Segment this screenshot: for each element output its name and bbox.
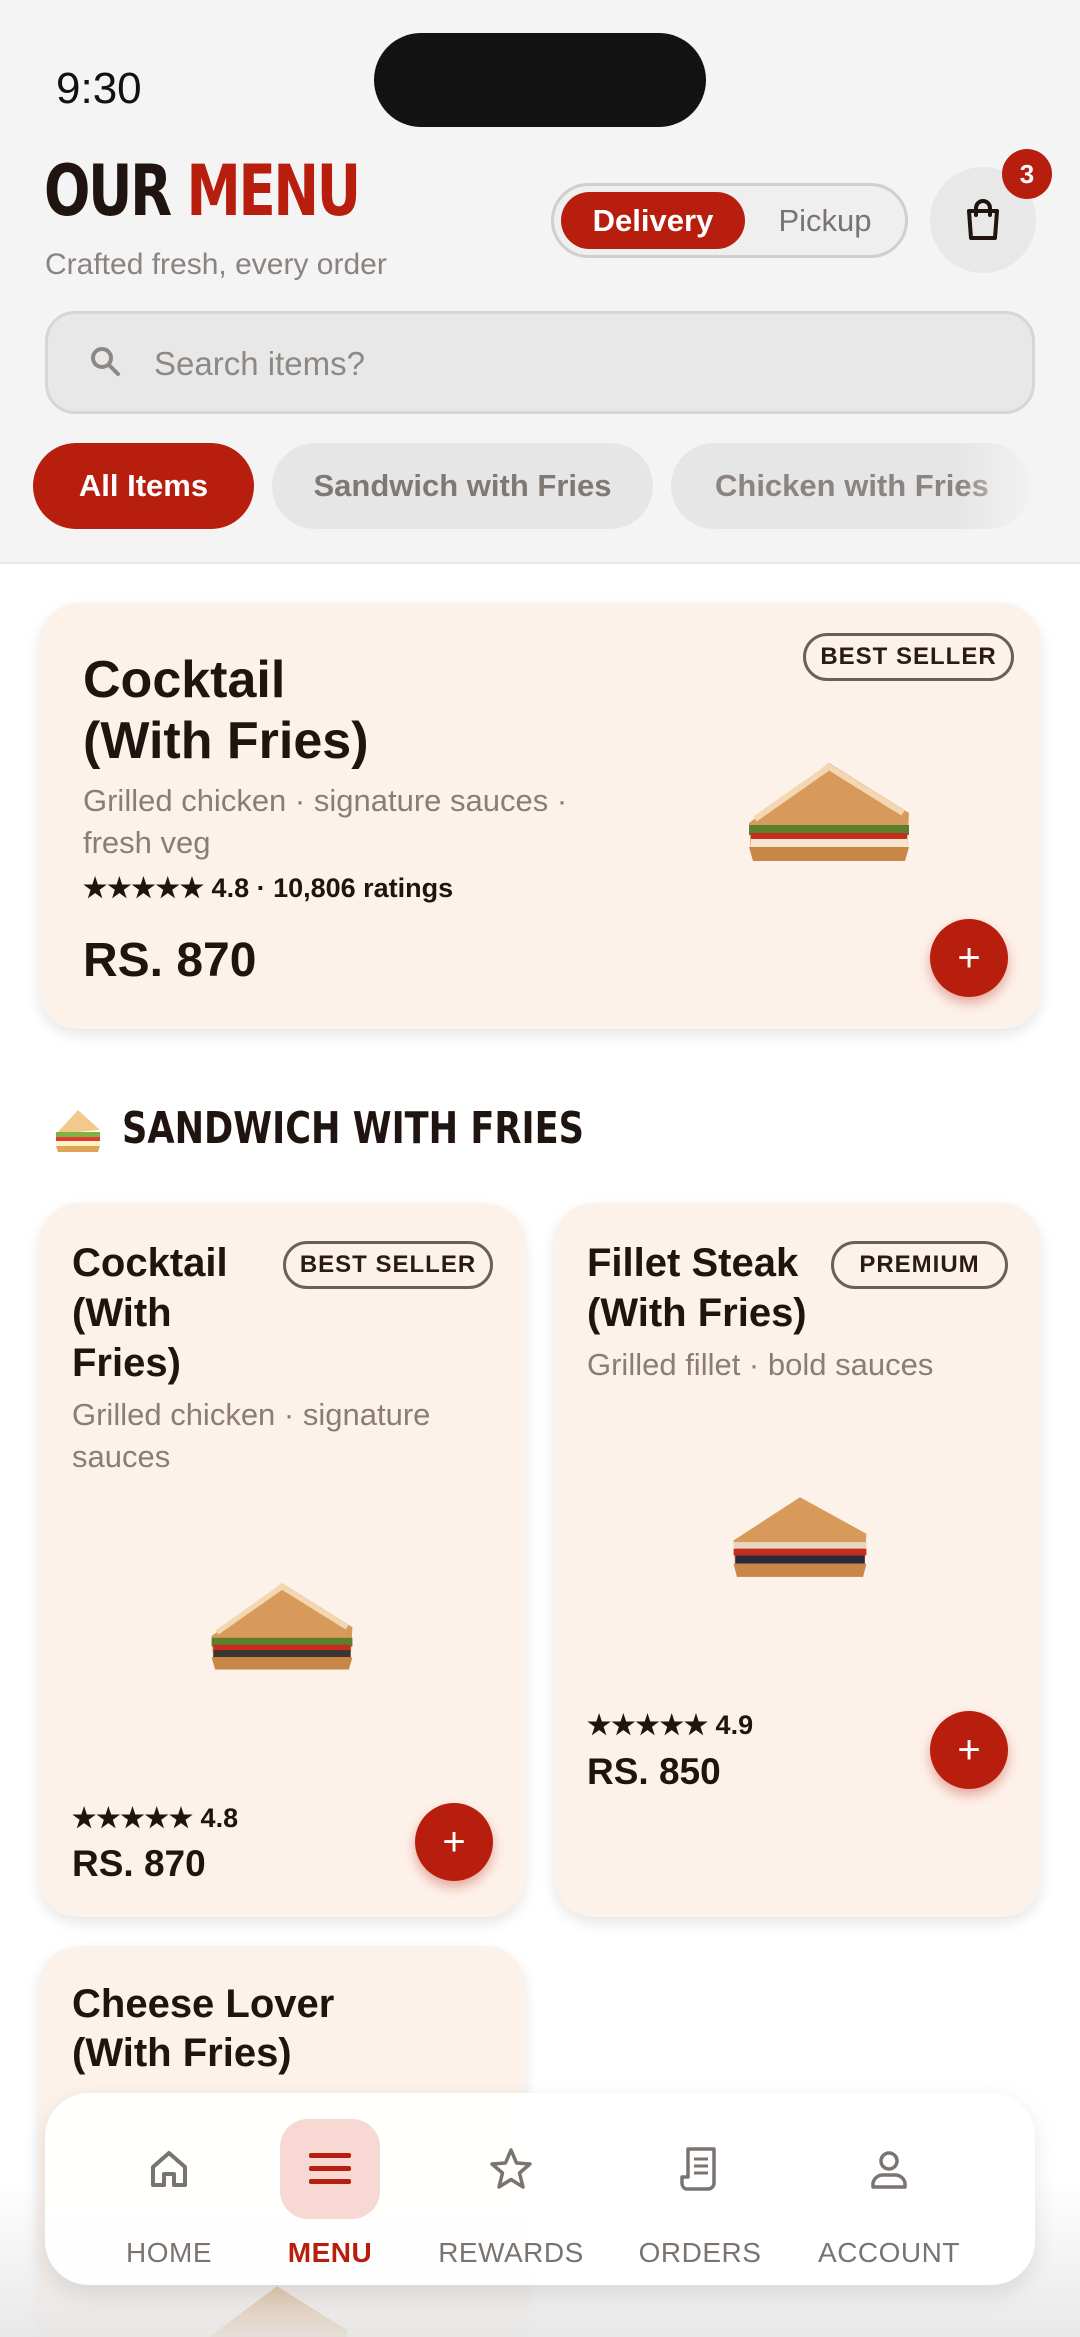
- nav-menu-label: MENU: [287, 2237, 373, 2268]
- rating-text: 4.8 · 10,806 ratings: [211, 873, 454, 903]
- nav-menu[interactable]: MENU: [235, 2119, 425, 2269]
- rating-stars: ★★★★★: [83, 873, 205, 903]
- camera-notch: [374, 33, 706, 127]
- star-icon: [461, 2119, 561, 2219]
- rating-stars: ★★★★★: [72, 1803, 194, 1833]
- featured-price: RS. 870: [83, 934, 257, 987]
- chips-scroll-fade: [960, 443, 1080, 529]
- category-chips: All Items Sandwich with Fries Chicken wi…: [0, 443, 1080, 529]
- item-price: RS. 850: [587, 1751, 721, 1792]
- page-title: OUR MENU: [44, 150, 361, 232]
- sandwich-icon: [56, 1109, 100, 1152]
- nav-rewards[interactable]: REWARDS: [416, 2119, 606, 2269]
- nav-orders-label: ORDERS: [638, 2237, 762, 2268]
- item-name-line: (With: [72, 1291, 172, 1335]
- premium-badge: PREMIUM: [831, 1241, 1008, 1289]
- item-name-line: Fillet Steak: [587, 1241, 799, 1285]
- search-icon: [91, 347, 120, 376]
- featured-add-button[interactable]: +: [930, 919, 1008, 997]
- rating-stars: ★★★★★: [587, 1710, 709, 1740]
- nav-orders[interactable]: ORDERS: [605, 2119, 795, 2269]
- receipt-icon: [650, 2119, 750, 2219]
- featured-card[interactable]: BEST SELLER Cocktail (With Fries) Grille…: [39, 603, 1041, 1029]
- item-name-line: Cheese Lover: [72, 1982, 335, 2026]
- add-to-cart-button[interactable]: +: [930, 1711, 1008, 1789]
- page-title-part1: OUR: [44, 150, 172, 232]
- sandwich-image: [733, 1497, 867, 1577]
- delivery-mode-toggle: Delivery Pickup: [551, 183, 908, 258]
- menu-item-card[interactable]: BEST SELLER Cocktail (With Fries) Grille…: [39, 1203, 525, 1917]
- featured-name-line1: Cocktail: [83, 651, 286, 709]
- search-bar[interactable]: Search items?: [45, 311, 1035, 414]
- menu-icon: [280, 2119, 380, 2219]
- item-name-line: Fries): [72, 1341, 181, 1385]
- bottom-nav: HOME MENU REWARDS ORDERS ACCOUNT: [45, 2093, 1035, 2285]
- item-name-line: (With Fries): [72, 2031, 292, 2075]
- nav-rewards-label: REWARDS: [438, 2237, 584, 2268]
- item-price: RS. 870: [72, 1843, 206, 1884]
- sandwich-image: [211, 1583, 353, 1670]
- delivery-option[interactable]: Delivery: [561, 192, 745, 249]
- pickup-option[interactable]: Pickup: [750, 192, 900, 249]
- item-name-line: Cocktail: [72, 1241, 228, 1285]
- item-desc-line: Grilled chicken · signature: [72, 1397, 431, 1432]
- featured-name-line2: (With Fries): [83, 712, 369, 770]
- item-desc-line: sauces: [72, 1439, 171, 1474]
- home-icon: [119, 2119, 219, 2219]
- shopping-bag-icon: [967, 199, 999, 240]
- item-name-line: (With Fries): [587, 1291, 807, 1335]
- menu-item-card[interactable]: PREMIUM Fillet Steak (With Fries) Grille…: [554, 1203, 1041, 1917]
- search-placeholder: Search items?: [154, 345, 365, 382]
- item-rating: ★★★★★ 4.8: [72, 1803, 238, 1834]
- item-desc-line: Grilled fillet · bold sauces: [587, 1347, 934, 1382]
- featured-rating: ★★★★★ 4.8 · 10,806 ratings: [83, 873, 453, 904]
- chip-sandwich-with-fries[interactable]: Sandwich with Fries: [272, 443, 653, 529]
- featured-desc-line2: fresh veg: [83, 825, 211, 860]
- cart-count-badge: 3: [1002, 149, 1052, 199]
- page-title-part2: MENU: [186, 150, 361, 232]
- add-to-cart-button[interactable]: +: [415, 1803, 493, 1881]
- chip-all-items[interactable]: All Items: [33, 443, 254, 529]
- section-title: SANDWICH WITH FRIES: [122, 1103, 585, 1154]
- item-rating: ★★★★★ 4.9: [587, 1710, 753, 1741]
- best-seller-badge: BEST SELLER: [803, 633, 1014, 681]
- rating-text: 4.8: [200, 1803, 239, 1833]
- nav-account[interactable]: ACCOUNT: [794, 2119, 984, 2269]
- best-seller-badge: BEST SELLER: [283, 1241, 493, 1289]
- section-heading: SANDWICH WITH FRIES: [52, 1103, 700, 1154]
- rating-text: 4.9: [715, 1710, 754, 1740]
- status-time: 9:30: [56, 64, 142, 113]
- nav-account-label: ACCOUNT: [818, 2237, 960, 2268]
- user-icon: [839, 2119, 939, 2219]
- page-subtitle: Crafted fresh, every order: [45, 248, 387, 281]
- featured-desc-line1: Grilled chicken · signature sauces ·: [83, 783, 568, 818]
- sandwich-image: [749, 763, 909, 861]
